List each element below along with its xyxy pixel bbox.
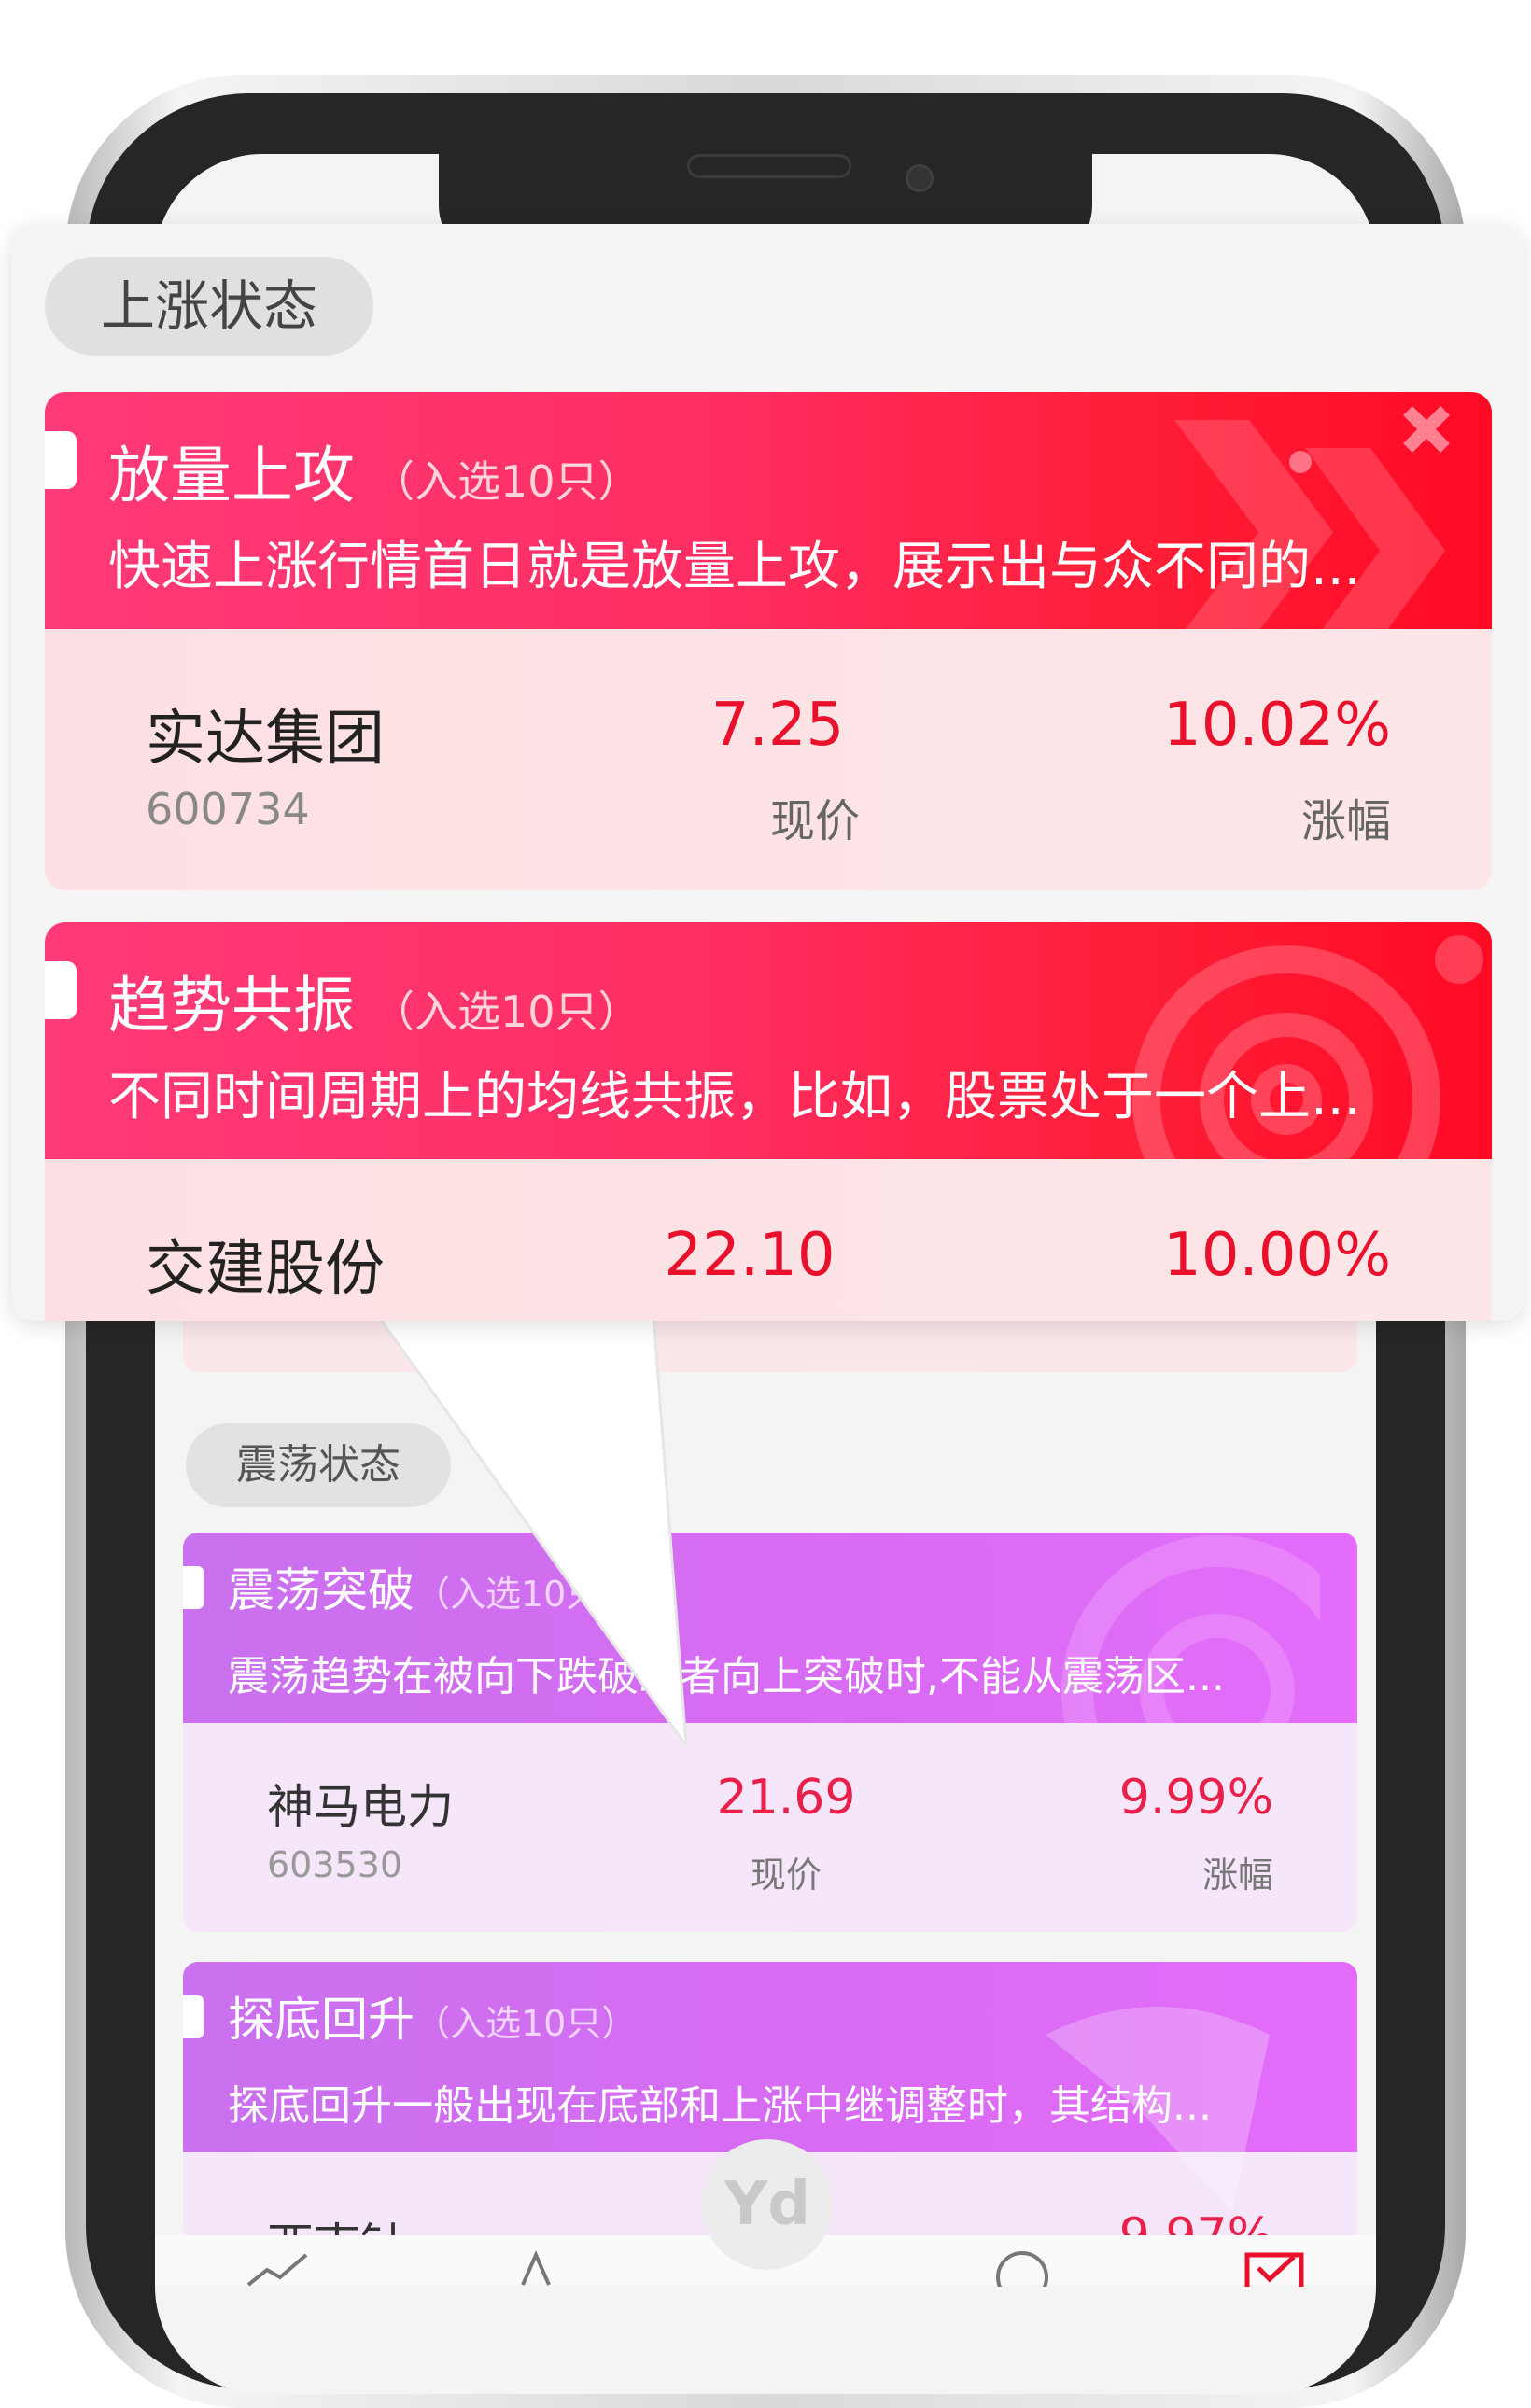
- strategy-card-trend-resonance[interactable]: 趋势共振 （入选10只） 不同时间周期上的均线共振，比如，股票处于一个上... 交…: [45, 922, 1492, 1321]
- stock-row[interactable]: 交建股份 603815 22.10 现价 10.00% 涨幅: [45, 1159, 1492, 1321]
- stock-change: 10.00%: [1162, 1221, 1391, 1290]
- section-label-rising: 上涨状态: [45, 257, 373, 356]
- card-title: 震荡突破: [228, 1563, 414, 1617]
- card-header: 震荡突破（入选10只） 震荡趋势在被向下跌破或者向上突破时,不能从震荡区...: [183, 1533, 1357, 1723]
- tab-market-icon[interactable]: [245, 2249, 310, 2287]
- tab-discover-icon[interactable]: [990, 2249, 1055, 2287]
- price-label: 现价: [750, 1855, 822, 1896]
- stock-code: 603530: [267, 1844, 403, 1885]
- stock-code: 603815: [146, 1314, 310, 1321]
- change-label: 涨幅: [1300, 795, 1391, 847]
- zoom-popup-panel: 上涨状态 放量上攻 （入选10只） 快速上涨行情首日就是放量上攻，展示出与众不同的…: [11, 224, 1524, 1321]
- card-description: 不同时间周期上的均线共振，比如，股票处于一个上...: [108, 1067, 1361, 1127]
- section-label-oscillation: 震荡状态: [186, 1423, 451, 1507]
- front-camera: [906, 164, 934, 192]
- price-label: 现价: [698, 1314, 932, 1321]
- card-description: 快速上涨行情首日就是放量上攻，展示出与众不同的...: [108, 537, 1361, 597]
- stock-row[interactable]: 实达集团 600734 7.25 现价 10.02% 涨幅: [45, 629, 1492, 890]
- card-header: 趋势共振 （入选10只） 不同时间周期上的均线共振，比如，股票处于一个上...: [45, 922, 1492, 1159]
- stock-name: 实达集团: [146, 705, 385, 774]
- stock-change: 10.02%: [1162, 691, 1391, 760]
- card-header: 放量上攻 （入选10只） 快速上涨行情首日就是放量上攻，展示出与众不同的...: [45, 392, 1492, 629]
- change-label: 涨幅: [1301, 1314, 1391, 1321]
- card-count: （入选10只）: [372, 987, 641, 1037]
- change-label: 涨幅: [1201, 1855, 1273, 1896]
- stock-change: 9.99%: [1118, 1770, 1273, 1826]
- card-marker: [45, 431, 77, 489]
- card-count: （入选10只）: [372, 456, 641, 507]
- strategy-card-oscillation-breakout[interactable]: 震荡突破（入选10只） 震荡趋势在被向下跌破或者向上突破时,不能从震荡区... …: [183, 1533, 1357, 1932]
- card-title: 探底回升: [228, 1993, 414, 2047]
- card-marker: [183, 1566, 204, 1609]
- card-count: （入选10只）: [414, 1574, 638, 1615]
- stock-price: 7.25: [710, 691, 845, 760]
- tab-strategy-icon[interactable]: [1242, 2249, 1307, 2287]
- stock-name: 神马电力: [267, 1780, 454, 1834]
- card-title: 放量上攻: [108, 440, 355, 511]
- stock-price: 22.10: [664, 1221, 836, 1290]
- tab-news-icon[interactable]: [504, 2249, 569, 2287]
- flag-decor-icon: [1046, 2007, 1270, 2212]
- card-title: 趋势共振: [108, 970, 355, 1042]
- center-logo-button[interactable]: Yd: [702, 2139, 833, 2270]
- card-marker: [45, 961, 77, 1019]
- price-label: 现价: [769, 795, 860, 847]
- card-count: （入选10只）: [414, 2003, 638, 2044]
- stock-code: 600734: [146, 784, 310, 834]
- card-marker: [183, 1995, 204, 2038]
- stock-row[interactable]: 神马电力 603530 21.69 现价 9.99% 涨幅: [183, 1723, 1357, 1932]
- card-description: 震荡趋势在被向下跌破或者向上突破时,不能从震荡区...: [228, 1653, 1225, 1701]
- strategy-card-volume-attack[interactable]: 放量上攻 （入选10只） 快速上涨行情首日就是放量上攻，展示出与众不同的... 实…: [45, 392, 1492, 890]
- speaker-grille: [687, 154, 851, 178]
- stock-price: 21.69: [716, 1770, 856, 1826]
- stock-name: 交建股份: [146, 1235, 385, 1304]
